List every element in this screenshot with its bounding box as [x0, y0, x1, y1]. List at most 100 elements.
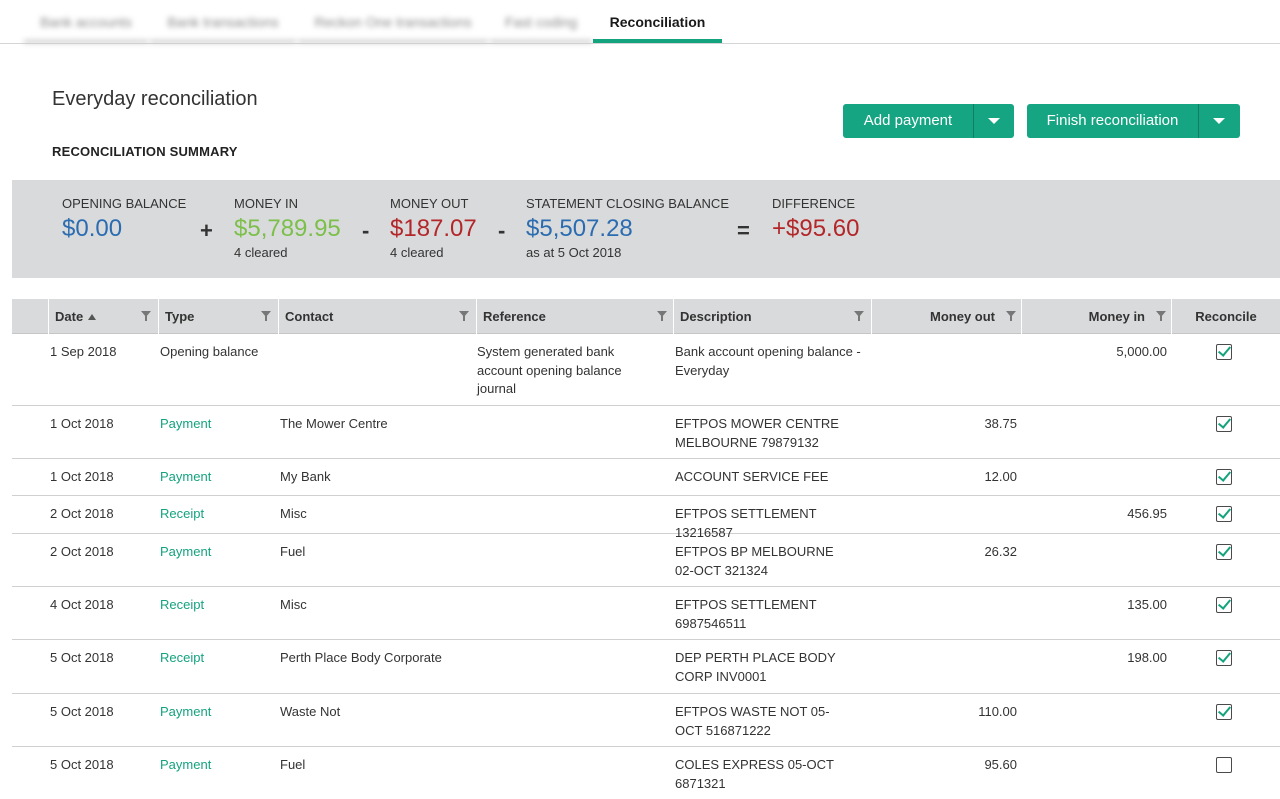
- money-in-summary: MONEY IN $5,789.95 4 cleared: [234, 196, 341, 260]
- row-type-link[interactable]: Receipt: [160, 649, 204, 668]
- money-in-value: $5,789.95: [234, 215, 341, 242]
- money-out-label: MONEY OUT: [390, 196, 469, 211]
- row-type-link[interactable]: Payment: [160, 468, 211, 487]
- finish-reconciliation-dropdown-button[interactable]: [1199, 104, 1239, 138]
- add-payment-button[interactable]: Add payment: [843, 104, 974, 138]
- filter-icon[interactable]: [141, 311, 151, 321]
- column-header-money-in[interactable]: Money in: [1021, 299, 1171, 334]
- row-type-link[interactable]: Payment: [160, 756, 211, 775]
- row-date: 1 Oct 2018: [50, 469, 114, 484]
- reconcile-checkbox[interactable]: [1216, 757, 1232, 773]
- closing-balance-date: as at 5 Oct 2018: [526, 245, 622, 260]
- row-date: 2 Oct 2018: [50, 544, 114, 559]
- reconcile-checkbox[interactable]: [1216, 416, 1232, 432]
- row-money-out: 110.00: [978, 704, 1017, 719]
- add-payment-dropdown-button[interactable]: [974, 104, 1014, 138]
- equals-operator: =: [737, 218, 750, 243]
- row-date: 2 Oct 2018: [50, 506, 114, 521]
- row-description: EFTPOS WASTE NOT 05-OCT 516871222: [675, 704, 830, 738]
- transactions-table: Date Type Contact Reference Description …: [12, 299, 1280, 799]
- tab-reconciliation[interactable]: Reconciliation: [593, 0, 722, 43]
- table-row: 1 Oct 2018 Payment The Mower Centre EFTP…: [12, 406, 1280, 459]
- money-out-value: $187.07: [390, 215, 477, 242]
- table-row: 5 Oct 2018 Payment Fuel COLES EXPRESS 05…: [12, 747, 1280, 799]
- table-row: 4 Oct 2018 Receipt Misc EFTPOS SETTLEMEN…: [12, 587, 1280, 640]
- row-type-link[interactable]: Receipt: [160, 505, 204, 524]
- row-contact: Fuel: [280, 757, 306, 772]
- difference-value: +$95.60: [772, 215, 860, 242]
- column-header-date[interactable]: Date: [48, 299, 158, 334]
- reconcile-checkbox[interactable]: [1216, 544, 1232, 560]
- description-header-label: Description: [680, 309, 752, 324]
- opening-balance-label: OPENING BALANCE: [62, 196, 187, 211]
- row-description: EFTPOS SETTLEMENT 6987546511: [675, 597, 817, 631]
- filter-icon[interactable]: [1006, 311, 1016, 321]
- money-in-header-label: Money in: [1088, 309, 1145, 324]
- column-header-description[interactable]: Description: [673, 299, 871, 334]
- row-description: EFTPOS BP MELBOURNE 02-OCT 321324: [675, 544, 834, 578]
- reconcile-checkbox[interactable]: [1216, 506, 1232, 522]
- table-row: 1 Sep 2018 Opening balance System genera…: [12, 334, 1280, 406]
- finish-reconciliation-split-button: Finish reconciliation: [1027, 104, 1240, 138]
- minus-operator: -: [362, 218, 370, 243]
- filter-icon[interactable]: [459, 311, 469, 321]
- table-header: Date Type Contact Reference Description …: [12, 299, 1280, 334]
- page-title: Everyday reconciliation: [52, 88, 258, 110]
- column-header-type[interactable]: Type: [158, 299, 278, 334]
- tab-bank-transactions[interactable]: Bank transactions: [150, 0, 296, 43]
- tab-fast-coding[interactable]: Fast coding: [490, 0, 592, 43]
- sort-ascending-icon: [88, 314, 97, 320]
- table-row: 5 Oct 2018 Receipt Perth Place Body Corp…: [12, 640, 1280, 694]
- add-payment-split-button: Add payment: [843, 104, 1014, 138]
- column-header-reconcile: Reconcile: [1171, 299, 1280, 334]
- header-spacer: [12, 299, 48, 334]
- row-reference: System generated bank account opening ba…: [477, 344, 622, 396]
- table-row: 5 Oct 2018 Payment Waste Not EFTPOS WAST…: [12, 694, 1280, 747]
- minus-operator: -: [498, 218, 506, 243]
- contact-header-label: Contact: [285, 309, 334, 324]
- table-row: 1 Oct 2018 Payment My Bank ACCOUNT SERVI…: [12, 459, 1280, 496]
- row-type-link[interactable]: Receipt: [160, 596, 204, 615]
- reconcile-checkbox[interactable]: [1216, 704, 1232, 720]
- reconcile-checkbox[interactable]: [1216, 469, 1232, 485]
- column-header-contact[interactable]: Contact: [278, 299, 476, 334]
- difference-summary: DIFFERENCE +$95.60: [772, 196, 859, 243]
- row-money-out: 38.75: [984, 416, 1017, 431]
- column-header-money-out[interactable]: Money out: [871, 299, 1021, 334]
- tab-reckon-one-transactions[interactable]: Reckon One transactions: [298, 0, 488, 43]
- row-contact: Misc: [280, 506, 307, 521]
- filter-icon[interactable]: [854, 311, 864, 321]
- row-description: DEP PERTH PLACE BODY CORP INV0001: [675, 650, 836, 684]
- reconcile-checkbox[interactable]: [1216, 650, 1232, 666]
- tab-bar: Bank accounts Bank transactions Reckon O…: [0, 0, 1280, 44]
- reconciliation-summary: OPENING BALANCE $0.00 + MONEY IN $5,789.…: [12, 180, 1280, 278]
- row-type: Opening balance: [160, 344, 259, 359]
- row-type-link[interactable]: Payment: [160, 415, 211, 434]
- row-date: 1 Sep 2018: [50, 344, 117, 359]
- row-money-out: 26.32: [984, 544, 1017, 559]
- plus-operator: +: [200, 218, 213, 243]
- type-header-label: Type: [165, 309, 195, 324]
- row-date: 1 Oct 2018: [50, 416, 114, 431]
- row-contact: Fuel: [280, 544, 306, 559]
- finish-reconciliation-button[interactable]: Finish reconciliation: [1027, 104, 1199, 138]
- row-description: COLES EXPRESS 05-OCT 6871321: [675, 757, 834, 791]
- row-description: ACCOUNT SERVICE FEE: [675, 469, 829, 484]
- row-type-link[interactable]: Payment: [160, 543, 211, 562]
- reconcile-checkbox[interactable]: [1216, 344, 1232, 360]
- column-header-reference[interactable]: Reference: [476, 299, 673, 334]
- row-date: 5 Oct 2018: [50, 650, 114, 665]
- filter-icon[interactable]: [1156, 311, 1166, 321]
- filter-icon[interactable]: [657, 311, 667, 321]
- row-money-out: 95.60: [984, 757, 1017, 772]
- row-money-in: 456.95: [1127, 506, 1167, 521]
- closing-balance-label: STATEMENT CLOSING BALANCE: [526, 196, 729, 211]
- reconcile-checkbox[interactable]: [1216, 597, 1232, 613]
- tab-bank-accounts[interactable]: Bank accounts: [24, 0, 148, 43]
- date-header-label: Date: [55, 309, 84, 324]
- row-contact: My Bank: [280, 469, 331, 484]
- row-date: 5 Oct 2018: [50, 704, 114, 719]
- money-in-cleared: 4 cleared: [234, 245, 288, 260]
- filter-icon[interactable]: [261, 311, 271, 321]
- row-type-link[interactable]: Payment: [160, 703, 211, 722]
